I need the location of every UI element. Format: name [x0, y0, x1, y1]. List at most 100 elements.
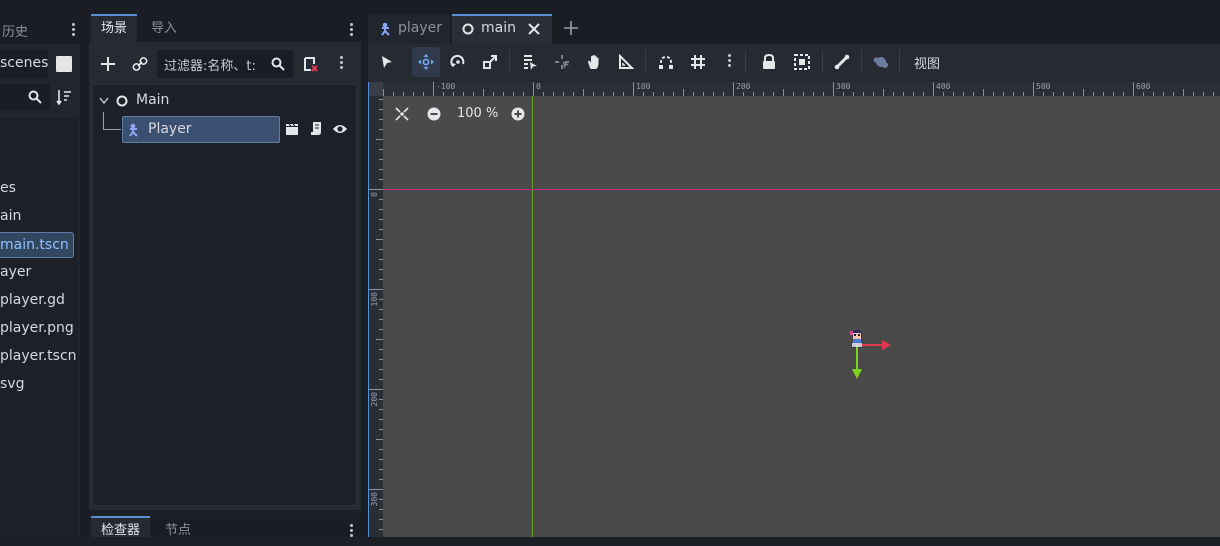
ruler-vertical: 0 100 200 300: [369, 96, 383, 537]
file-search-field[interactable]: [0, 84, 50, 110]
tab-inspector[interactable]: 检查器: [91, 516, 151, 538]
file-list-item[interactable]: ayer: [0, 260, 74, 286]
toolbar-separator: [822, 50, 823, 72]
clapper-instance-icon[interactable]: [285, 122, 299, 136]
ruler-label: 200: [736, 82, 751, 91]
file-list-item-label: svg: [0, 376, 25, 392]
file-list-item[interactable]: player.tscn: [0, 344, 77, 370]
path-field-text: scenes: [0, 55, 49, 71]
scene-dock-menu-icon[interactable]: [350, 23, 354, 36]
file-list-item-label: es: [0, 180, 16, 196]
ruler-tick: [369, 189, 383, 190]
file-list-item-label: player.tscn: [0, 348, 77, 364]
ruler-tick: [433, 82, 434, 96]
close-icon[interactable]: [528, 23, 540, 35]
canvas-viewport[interactable]: 100 %: [383, 96, 1220, 537]
file-list-item-label: main.tscn: [0, 237, 69, 253]
instance-link-icon[interactable]: [132, 56, 148, 72]
toggle-split-icon[interactable]: [56, 56, 72, 72]
scene-tools-menu-icon[interactable]: [340, 56, 344, 69]
script-remove-icon[interactable]: [302, 56, 318, 72]
tab-import[interactable]: 导入: [141, 14, 187, 42]
ruler-tick: [583, 89, 584, 96]
filesystem-menu-icon[interactable]: [72, 23, 76, 36]
collapse-arrow-icon[interactable]: [99, 97, 109, 105]
pivot-tool-icon[interactable]: [554, 54, 570, 70]
file-list-item[interactable]: svg: [0, 372, 74, 398]
ruler-tool-icon[interactable]: [618, 54, 634, 70]
toolbar-separator: [745, 50, 746, 72]
character-body-icon: [129, 123, 138, 137]
editor-left-border: [368, 82, 369, 537]
dock-splitter[interactable]: [80, 14, 89, 537]
pan-tool-icon[interactable]: [586, 54, 602, 70]
tab-scene[interactable]: 场景: [91, 14, 138, 42]
file-list-item-label: ain: [0, 208, 22, 224]
add-node-icon[interactable]: [100, 56, 116, 72]
file-list-item[interactable]: main.tscn: [0, 232, 74, 258]
move-tool-button[interactable]: [412, 47, 440, 77]
main-splitter[interactable]: [361, 14, 368, 537]
grid-snap-icon[interactable]: [690, 54, 706, 70]
tree-item-main[interactable]: Main: [136, 92, 169, 108]
add-tab-icon[interactable]: [564, 21, 578, 35]
ruler-tick: [383, 89, 384, 96]
zoom-in-icon[interactable]: [511, 107, 525, 121]
file-list-item[interactable]: player.png: [0, 316, 74, 342]
tree-connector: [103, 112, 121, 130]
view-menu-button[interactable]: 视图: [914, 53, 940, 72]
snap-options-icon[interactable]: [728, 54, 732, 67]
ruler-tick: [369, 489, 383, 490]
scale-tool-icon[interactable]: [482, 54, 498, 70]
group-icon[interactable]: [794, 54, 810, 70]
ruler-tick: [376, 339, 383, 340]
center-view-icon[interactable]: [395, 107, 409, 121]
ruler-tick: [1133, 82, 1134, 96]
path-field[interactable]: scenes: [0, 50, 48, 78]
bone-icon[interactable]: [834, 54, 850, 70]
rotate-tool-icon[interactable]: [450, 54, 466, 70]
ruler-label: 200: [370, 392, 379, 407]
ruler-tick: [376, 439, 383, 440]
tab-main-scene[interactable]: main: [452, 14, 552, 44]
transform-gizmo[interactable]: [851, 336, 895, 382]
ruler-tick: [369, 289, 383, 290]
script-icon[interactable]: [309, 121, 323, 136]
ruler-tick: [1083, 89, 1084, 96]
tree-item-player[interactable]: Player: [122, 116, 280, 143]
ruler-label: 100: [370, 292, 379, 307]
scene-tree: [92, 84, 357, 506]
ruler-label: 0: [370, 192, 379, 197]
smart-snap-icon[interactable]: [658, 54, 674, 70]
title-bar-strip: [0, 0, 1220, 14]
ruler-label: 300: [370, 492, 379, 507]
file-list-item[interactable]: player.gd: [0, 288, 74, 314]
file-list-item-label: ayer: [0, 264, 32, 280]
tab-main-label: main: [481, 20, 516, 36]
node-filter-input[interactable]: 过滤器:名称、t:: [157, 50, 293, 78]
ruler-tick: [533, 82, 534, 96]
ruler-tick: [369, 389, 383, 390]
lock-icon[interactable]: [762, 54, 776, 70]
editor-tab-bar: player main: [368, 14, 1220, 44]
file-list-item[interactable]: es: [0, 176, 74, 202]
inspector-menu-icon[interactable]: [350, 524, 354, 537]
file-list-item-label: player.gd: [0, 292, 65, 308]
ruler-tick: [833, 82, 834, 96]
tab-history[interactable]: 历史: [2, 21, 28, 40]
ruler-tick: [783, 89, 784, 96]
zoom-level[interactable]: 100 %: [457, 106, 498, 121]
particles-icon[interactable]: [873, 54, 889, 70]
list-select-icon[interactable]: [522, 54, 538, 70]
zoom-out-icon[interactable]: [427, 107, 441, 121]
ruler-tick: [376, 139, 383, 140]
sort-icon[interactable]: [56, 89, 72, 105]
y-axis-line: [532, 96, 533, 537]
ruler-label: 400: [936, 82, 951, 91]
select-tool-icon[interactable]: [380, 55, 394, 69]
visibility-eye-icon[interactable]: [332, 123, 348, 135]
move-tool-icon: [418, 54, 434, 70]
tab-node[interactable]: 节点: [155, 516, 201, 544]
file-list-item[interactable]: ain: [0, 204, 74, 230]
tab-player-scene[interactable]: player: [368, 14, 450, 44]
